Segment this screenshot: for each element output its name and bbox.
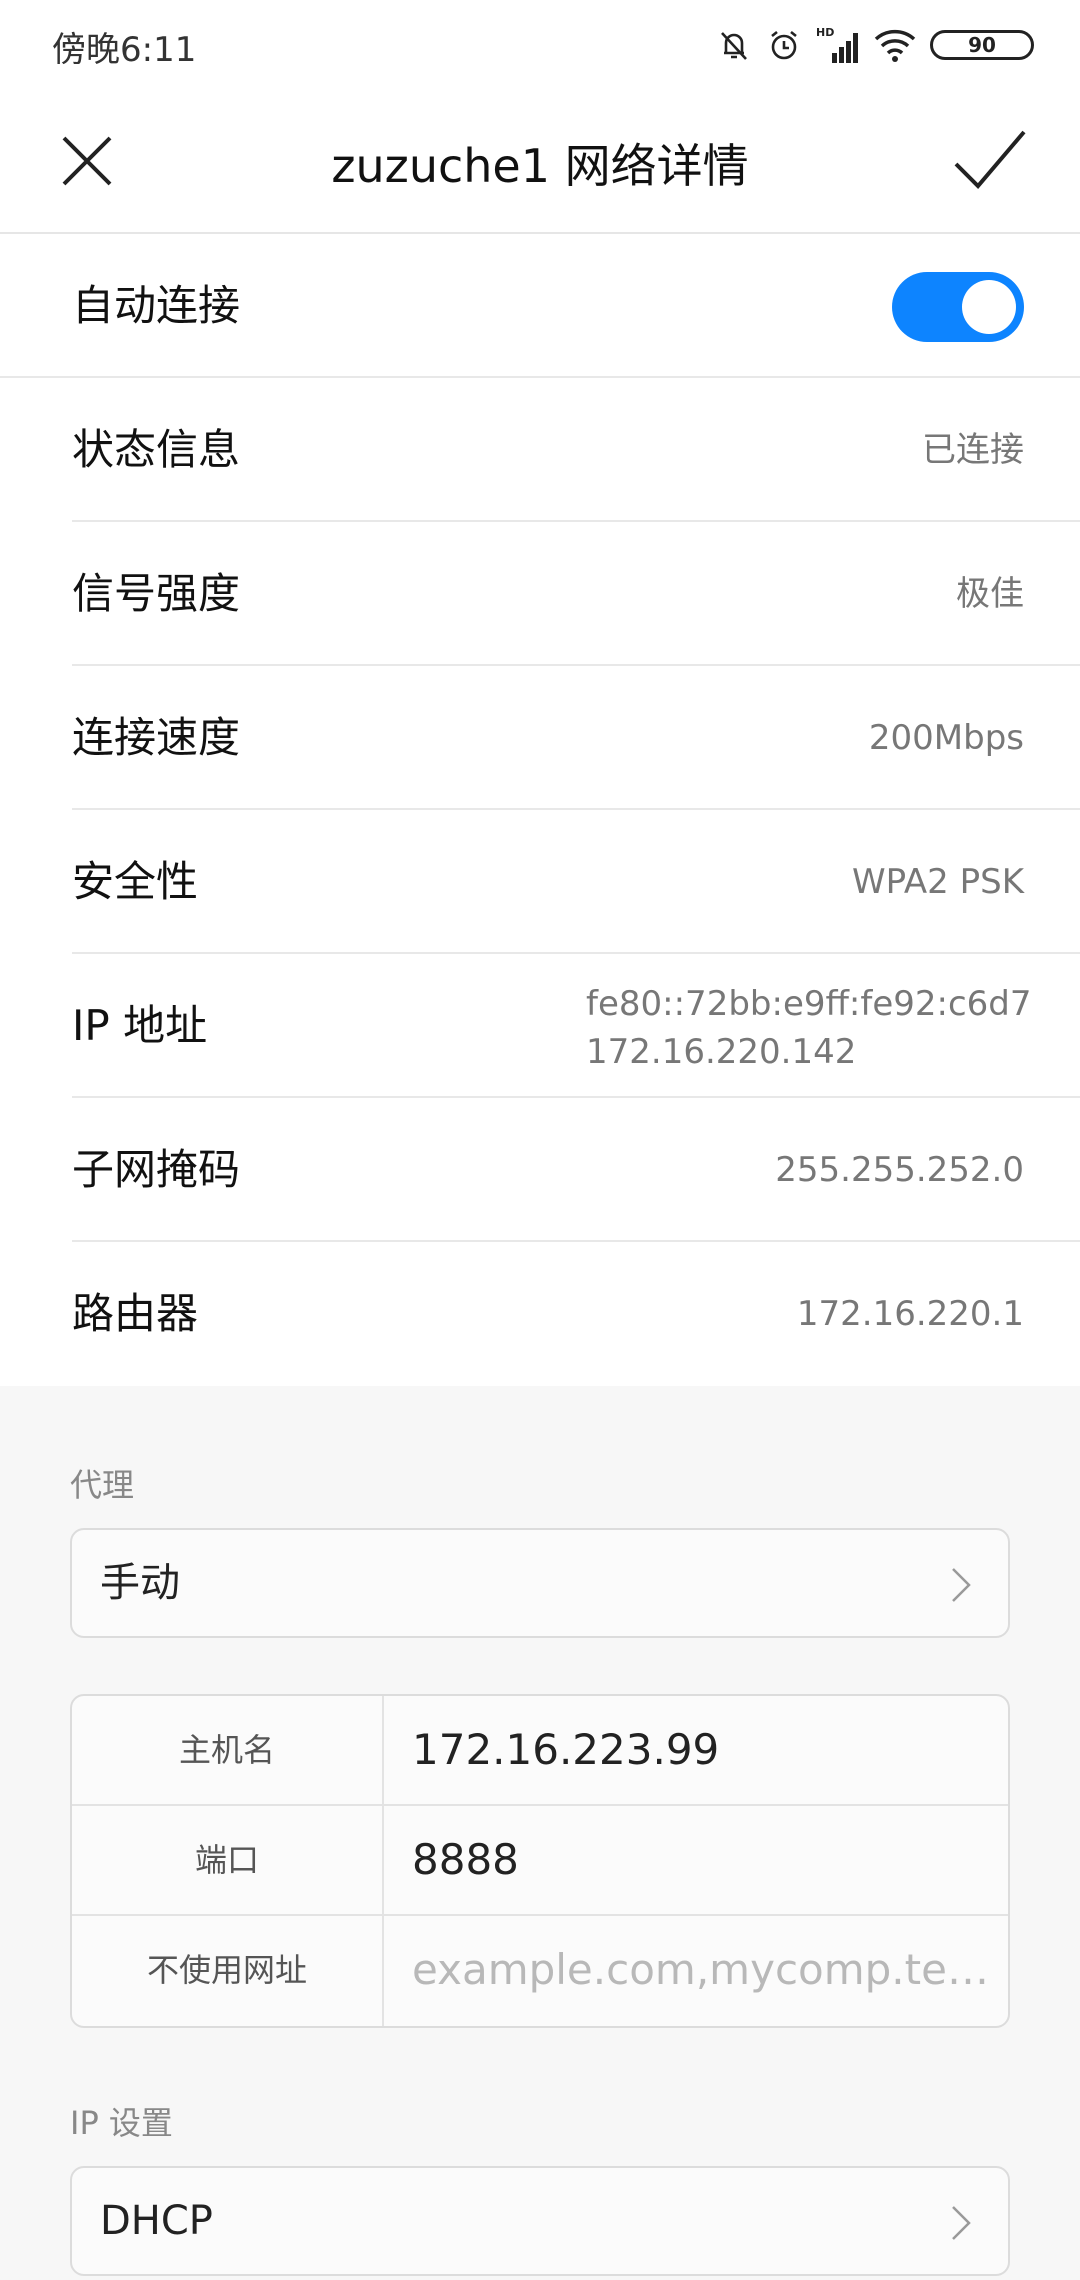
signal-row: 信号强度 极佳 (0, 522, 1080, 666)
signal-value: 极佳 (956, 574, 1024, 614)
ip-settings-select[interactable]: DHCP (70, 2166, 1010, 2276)
toggle-knob (962, 280, 1016, 334)
ip-row: IP 地址 fe80::72bb:e9ff:fe92:c6d7 172.16.2… (0, 954, 1080, 1098)
status-label: 状态信息 (72, 425, 241, 474)
router-value: 172.16.220.1 (796, 1294, 1024, 1334)
subnet-row: 子网掩码 255.255.252.0 (0, 1098, 1080, 1242)
chevron-right-icon (950, 2204, 972, 2242)
security-value: WPA2 PSK (851, 862, 1024, 902)
status-time: 傍晚6:11 (52, 30, 197, 70)
battery-icon: 90 (930, 30, 1034, 60)
proxy-settings-table: 主机名 172.16.223.99 端口 8888 不使用网址 example.… (70, 1694, 1010, 2028)
ip-v4-value: 172.16.220.142 (586, 1032, 857, 1072)
proxy-bypass-row: 不使用网址 example.com,mycomp.test.... (72, 1916, 1008, 2026)
divider (382, 1696, 384, 1804)
proxy-mode-select[interactable]: 手动 (70, 1528, 1010, 1638)
router-row: 路由器 172.16.220.1 (0, 1242, 1080, 1386)
status-value: 已连接 (922, 430, 1024, 470)
auto-connect-row[interactable]: 自动连接 (0, 234, 1080, 378)
status-bar: 傍晚6:11 HD 90 (0, 0, 1080, 92)
proxy-mode-value: 手动 (100, 1560, 180, 1606)
bell-muted-icon (716, 27, 752, 63)
subnet-value: 255.255.252.0 (775, 1150, 1024, 1190)
speed-value: 200Mbps (868, 718, 1024, 758)
proxy-bypass-label: 不使用网址 (146, 1951, 307, 1989)
hd-signal-icon: HD (816, 25, 860, 65)
speed-label: 连接速度 (72, 713, 241, 762)
divider (382, 1916, 384, 2026)
chevron-right-icon (950, 1566, 972, 1604)
proxy-host-label: 主机名 (178, 1731, 275, 1769)
security-row: 安全性 WPA2 PSK (0, 810, 1080, 954)
signal-label: 信号强度 (72, 569, 241, 618)
title-bar: zuzuche1 网络详情 (0, 92, 1080, 234)
page-title: zuzuche1 网络详情 (331, 139, 749, 193)
speed-row: 连接速度 200Mbps (0, 666, 1080, 810)
router-label: 路由器 (72, 1289, 199, 1338)
svg-text:HD: HD (816, 26, 834, 39)
proxy-host-input[interactable]: 172.16.223.99 (412, 1696, 1002, 1804)
auto-connect-label: 自动连接 (72, 281, 241, 330)
proxy-bypass-input[interactable]: example.com,mycomp.test.... (412, 1916, 1002, 2024)
proxy-port-input[interactable]: 8888 (412, 1806, 1002, 1914)
alarm-icon (766, 27, 802, 63)
subnet-label: 子网掩码 (72, 1145, 241, 1194)
wifi-icon (874, 27, 916, 63)
network-details: 自动连接 状态信息 已连接 信号强度 极佳 连接速度 200Mbps 安全性 W… (0, 234, 1080, 1386)
proxy-host-row: 主机名 172.16.223.99 (72, 1696, 1008, 1806)
divider (382, 1806, 384, 1914)
ip-settings-label: IP 设置 (70, 2104, 173, 2142)
proxy-port-row: 端口 8888 (72, 1806, 1008, 1916)
security-label: 安全性 (72, 857, 199, 906)
ip-v6-value: fe80::72bb:e9ff:fe92:c6d7 (586, 984, 1032, 1024)
check-icon[interactable] (952, 126, 1028, 194)
auto-connect-toggle[interactable] (892, 272, 1024, 342)
status-row: 状态信息 已连接 (0, 378, 1080, 522)
status-icons: HD 90 (716, 20, 1034, 70)
proxy-port-label: 端口 (194, 1841, 259, 1879)
proxy-section-label: 代理 (70, 1466, 135, 1504)
ip-label: IP 地址 (72, 1001, 208, 1050)
ip-value: fe80::72bb:e9ff:fe92:c6d7 172.16.220.142 (586, 980, 1032, 1076)
ip-settings-value: DHCP (100, 2198, 213, 2244)
